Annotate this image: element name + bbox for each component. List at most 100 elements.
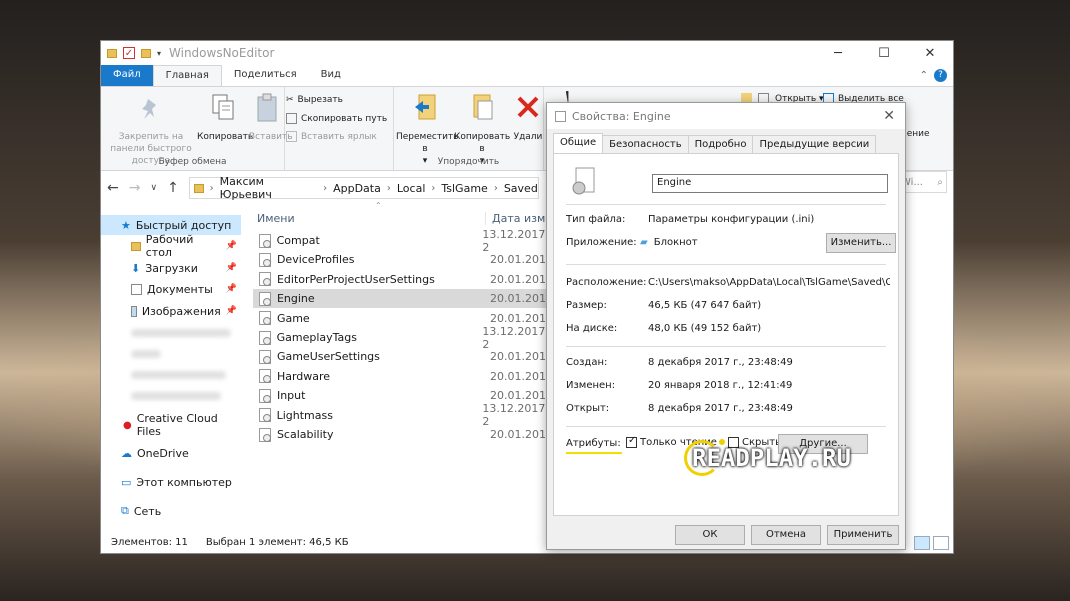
maximize-button[interactable]: ☐ xyxy=(861,46,907,61)
tab-home[interactable]: Главная xyxy=(152,65,222,86)
config-file-icon xyxy=(555,110,566,122)
file-row[interactable]: EditorPerProjectUserSettings 20.01.2018 xyxy=(253,270,553,289)
sidebar-item-documents[interactable]: Документы 📌 xyxy=(101,279,241,299)
folder-icon xyxy=(107,48,117,58)
shortcut-icon xyxy=(286,131,297,142)
column-name[interactable]: Имени xyxy=(251,212,485,225)
notepad-icon: ▰ xyxy=(640,237,648,248)
properties-icon[interactable]: ✓ xyxy=(123,47,135,59)
qat-dropdown-icon[interactable]: ▾ xyxy=(157,49,161,58)
tab-details[interactable]: Подробно xyxy=(687,135,754,155)
change-app-button[interactable]: Изменить... xyxy=(826,233,896,253)
onedrive-label: OneDrive xyxy=(137,446,189,460)
apply-button[interactable]: Применить xyxy=(827,525,899,545)
cancel-button[interactable]: Отмена xyxy=(751,525,821,545)
tab-share[interactable]: Поделиться xyxy=(222,65,309,86)
file-row[interactable]: Engine 20.01.2018 xyxy=(253,289,553,309)
cut-button[interactable]: ✂ Вырезать xyxy=(286,95,343,105)
dialog-close-icon[interactable]: ✕ xyxy=(883,108,895,124)
expand-ribbon-icon[interactable]: ⌃ xyxy=(920,70,928,81)
file-row[interactable]: GameUserSettings 20.01.2018 xyxy=(253,347,553,366)
attributes-label: Атрибуты: xyxy=(566,438,621,449)
app-label: Приложение: xyxy=(566,237,637,248)
sidebar-item-creative-cloud[interactable]: ● Creative Cloud Files xyxy=(101,412,241,438)
app-value: ▰ Блокнот xyxy=(640,237,698,248)
highlight-underline xyxy=(566,452,622,454)
breadcrumb-user[interactable]: Максим Юрьевич xyxy=(220,175,318,201)
sort-ascending-icon: ⌃ xyxy=(375,201,382,210)
copy-to-button[interactable]: Копировать в ▾ xyxy=(454,93,510,167)
clipboard-group-label: Буфер обмена xyxy=(158,157,227,167)
computer-icon: ▭ xyxy=(121,475,132,489)
sidebar-item-network[interactable]: ⧉ Сеть xyxy=(101,501,241,521)
new-folder-icon[interactable] xyxy=(141,48,151,58)
breadcrumb-saved[interactable]: Saved xyxy=(504,182,538,195)
config-file-icon xyxy=(259,311,271,326)
forward-arrow-icon[interactable]: → xyxy=(129,180,141,196)
desktop-label: Рабочий стол xyxy=(145,233,194,259)
tab-file[interactable]: Файл xyxy=(101,65,153,86)
location-label: Расположение: xyxy=(566,277,647,288)
help-icon[interactable]: ? xyxy=(934,69,947,82)
sidebar-item-desktop[interactable]: Рабочий стол 📌 xyxy=(101,233,241,259)
downloads-label: Загрузки xyxy=(145,261,198,275)
up-arrow-icon[interactable]: ↑ xyxy=(167,180,179,196)
file-row[interactable]: Compat 13.12.2017 2 xyxy=(253,228,553,254)
file-row[interactable]: Hardware 20.01.2018 xyxy=(253,367,553,386)
copy-button[interactable]: Копировать xyxy=(197,93,254,143)
tab-security[interactable]: Безопасность xyxy=(602,135,689,155)
file-row[interactable]: Lightmass 13.12.2017 2 xyxy=(253,402,553,428)
file-name: Game xyxy=(276,311,310,325)
paste-shortcut-button[interactable]: Вставить ярлык xyxy=(286,131,377,142)
tab-previous-versions[interactable]: Предыдущие версии xyxy=(752,135,877,155)
delete-button[interactable]: Удали xyxy=(512,93,544,143)
breadcrumb-tslgame[interactable]: TslGame xyxy=(441,182,487,195)
address-bar[interactable]: › Максим Юрьевич › AppData › Local › Tsl… xyxy=(188,175,539,201)
file-type-value: Параметры конфигурации (.ini) xyxy=(648,214,815,225)
sidebar-item-pictures[interactable]: Изображения 📌 xyxy=(101,301,241,321)
paste-button[interactable]: Вставить xyxy=(249,93,293,143)
disk-size-label: На диске: xyxy=(566,323,618,334)
copy-label: Копировать xyxy=(197,132,254,142)
breadcrumb-local[interactable]: Local xyxy=(397,182,426,195)
file-name: GameplayTags xyxy=(276,331,357,344)
sidebar-item-downloads[interactable]: ⬇ Загрузки 📌 xyxy=(101,258,241,278)
details-view-icon[interactable] xyxy=(914,536,930,550)
sidebar-item-this-pc[interactable]: ▭ Этот компьютер xyxy=(101,472,241,492)
selection-info: Выбран 1 элемент: 46,5 КБ xyxy=(205,536,349,548)
file-name: GameUserSettings xyxy=(276,350,380,364)
breadcrumb-appdata[interactable]: AppData xyxy=(333,182,381,195)
downloads-icon: ⬇ xyxy=(131,261,141,275)
window-title: WindowsNoEditor xyxy=(169,46,275,60)
sidebar-item-quick-access[interactable]: ★ Быстрый доступ xyxy=(101,215,241,235)
file-name: Lightmass xyxy=(276,408,333,422)
tab-general[interactable]: Общие xyxy=(553,133,604,153)
copy-path-button[interactable]: Скопировать путь xyxy=(286,113,387,124)
close-button[interactable]: ✕ xyxy=(907,46,953,61)
file-row[interactable]: GameplayTags 13.12.2017 2 xyxy=(253,325,553,351)
config-file-icon xyxy=(259,369,271,384)
recent-dropdown-icon[interactable]: ∨ xyxy=(150,183,157,193)
sidebar-item-onedrive[interactable]: ☁ OneDrive xyxy=(101,443,241,463)
ok-button[interactable]: ОК xyxy=(675,525,745,545)
clipboard-small-group: ✂ Вырезать Скопировать путь Вставить ярлы… xyxy=(284,87,394,170)
dialog-title-bar: Свойства: Engine ✕ xyxy=(547,103,905,129)
back-arrow-icon[interactable]: ← xyxy=(107,180,119,196)
move-to-button[interactable]: Переместить в ▾ xyxy=(396,93,458,167)
minimize-button[interactable]: ─ xyxy=(815,46,861,61)
copy-path-icon xyxy=(286,113,297,124)
file-name: Compat xyxy=(276,234,320,247)
blurred-item xyxy=(131,371,226,379)
navigation-pane: ★ Быстрый доступ Рабочий стол 📌 ⬇ Загруз… xyxy=(101,205,241,531)
file-date: 20.01.2018 xyxy=(490,311,553,325)
file-row[interactable]: DeviceProfiles 20.01.2018 xyxy=(253,250,553,269)
size-label: Размер: xyxy=(566,300,607,311)
config-file-icon xyxy=(259,388,271,403)
tab-view[interactable]: Вид xyxy=(309,65,353,86)
large-icons-view-icon[interactable] xyxy=(933,536,949,550)
file-row[interactable]: Scalability 20.01.2018 xyxy=(253,425,553,444)
star-icon: ★ xyxy=(121,218,131,232)
filename-field[interactable]: Engine xyxy=(652,174,888,193)
view-buttons xyxy=(914,536,949,550)
organize-group: Переместить в ▾ Копировать в ▾ Удали Упо… xyxy=(394,87,544,170)
